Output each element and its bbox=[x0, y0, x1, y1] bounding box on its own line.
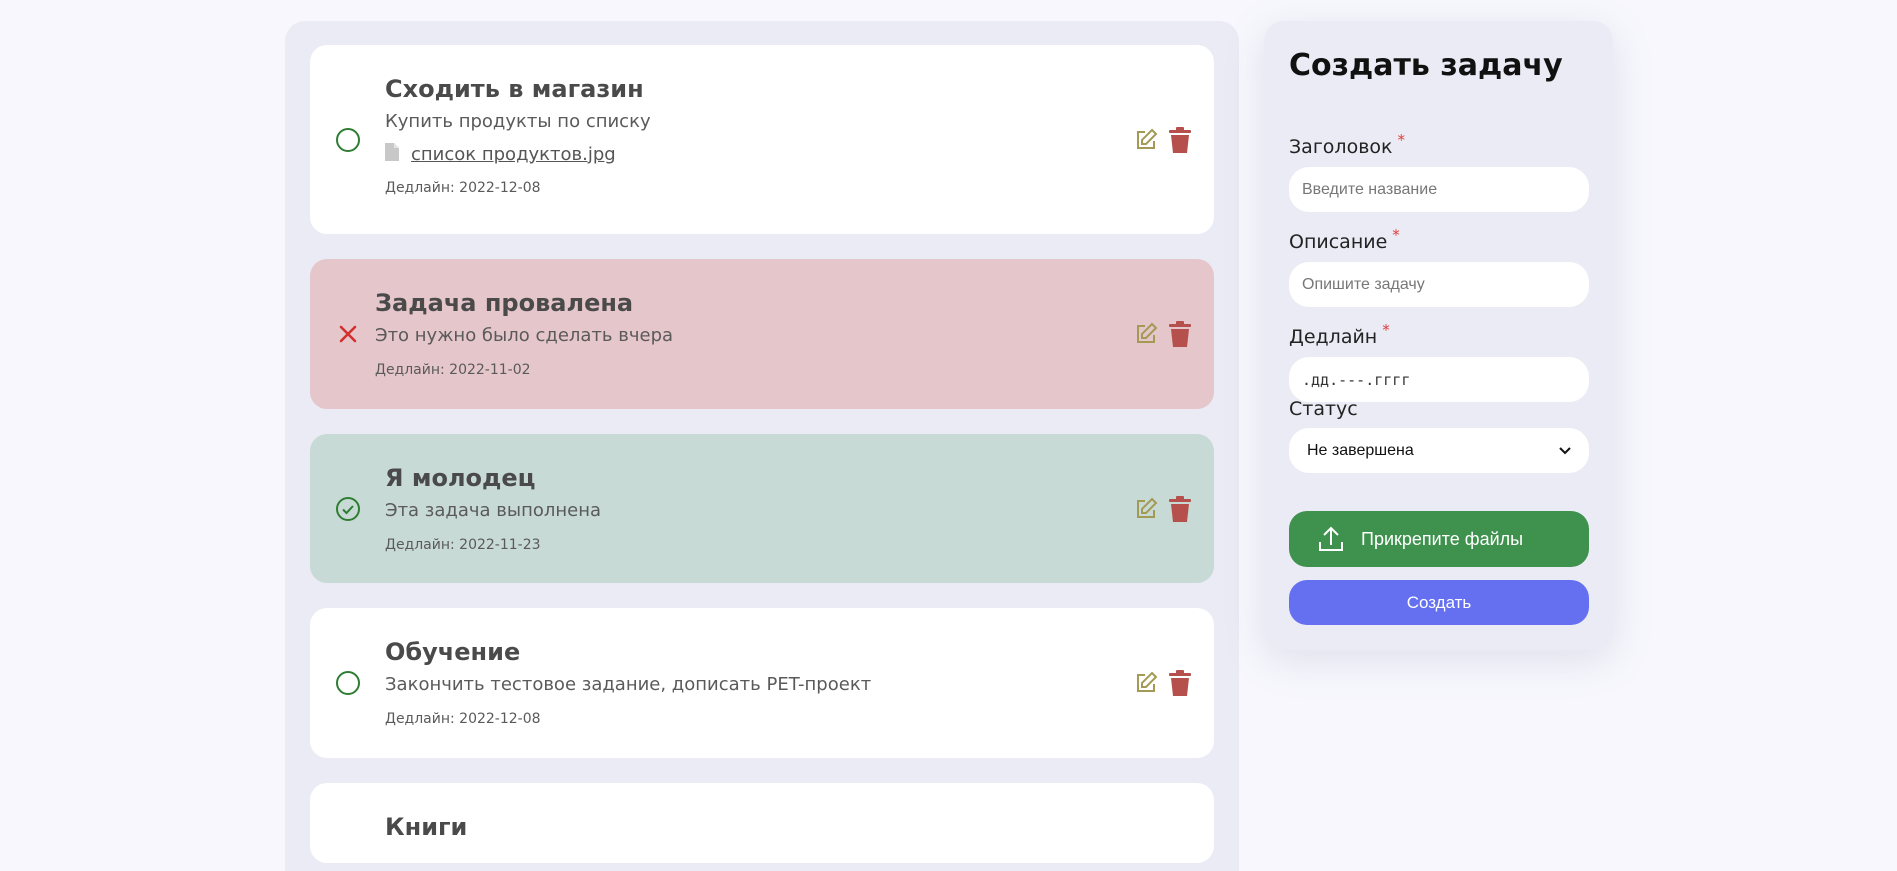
required-mark: * bbox=[1392, 226, 1400, 244]
task-list-panel: Сходить в магазин Купить продукты по спи… bbox=[285, 21, 1239, 871]
edit-icon[interactable] bbox=[1134, 670, 1158, 696]
title-label: Заголовок * bbox=[1289, 131, 1405, 158]
task-description: Закончить тестовое задание, дописать PET… bbox=[385, 674, 872, 695]
circle-outline-icon[interactable] bbox=[335, 670, 361, 696]
edit-icon[interactable] bbox=[1134, 127, 1158, 153]
file-icon bbox=[385, 143, 399, 165]
task-card: Сходить в магазин Купить продукты по спи… bbox=[310, 45, 1214, 234]
task-description: Эта задача выполнена bbox=[385, 500, 602, 521]
task-description: Это нужно было сделать вчера bbox=[375, 325, 674, 346]
create-task-form: Создать задачу Заголовок* Описание* Дедл… bbox=[1264, 21, 1613, 650]
attach-files-button[interactable]: Прикрепите файлы bbox=[1289, 511, 1589, 567]
task-title: Сходить в магазин bbox=[385, 75, 644, 103]
upload-icon bbox=[1317, 525, 1345, 553]
task-deadline: Дедлайн: 2022-12-08 bbox=[385, 711, 541, 727]
trash-icon[interactable] bbox=[1168, 321, 1192, 347]
task-card: Книги bbox=[310, 783, 1214, 863]
attach-files-label: Прикрепите файлы bbox=[1361, 528, 1524, 549]
task-title: Книги bbox=[385, 813, 468, 841]
title-input[interactable] bbox=[1289, 167, 1589, 212]
trash-icon[interactable] bbox=[1168, 126, 1192, 153]
task-title: Обучение bbox=[385, 638, 521, 666]
edit-icon[interactable] bbox=[1134, 496, 1158, 522]
status-select[interactable]: Не завершена bbox=[1289, 428, 1589, 473]
task-card: Я молодец Эта задача выполнена Дедлайн: … bbox=[310, 434, 1214, 583]
task-deadline: Дедлайн: 2022-11-23 bbox=[385, 537, 541, 553]
task-description: Купить продукты по списку bbox=[385, 111, 651, 132]
required-mark: * bbox=[1397, 131, 1406, 149]
description-label: Описание * bbox=[1289, 226, 1400, 253]
check-circle-icon[interactable] bbox=[335, 496, 361, 522]
status-label: Статус bbox=[1289, 398, 1358, 420]
create-button[interactable]: Создать bbox=[1289, 580, 1589, 625]
deadline-label: Дедлайн * bbox=[1289, 321, 1390, 348]
description-input[interactable] bbox=[1289, 262, 1589, 307]
x-mark-icon[interactable] bbox=[335, 321, 361, 347]
attachment-link[interactable]: список продуктов.jpg bbox=[411, 144, 616, 165]
task-card: Обучение Закончить тестовое задание, доп… bbox=[310, 608, 1214, 758]
task-title: Я молодец bbox=[385, 464, 536, 492]
task-deadline: Дедлайн: 2022-12-08 bbox=[385, 180, 541, 196]
trash-icon[interactable] bbox=[1168, 495, 1192, 522]
circle-outline-icon[interactable] bbox=[335, 127, 361, 153]
required-mark: * bbox=[1382, 321, 1390, 339]
task-card: Задача провалена Это нужно было сделать … bbox=[310, 259, 1214, 409]
task-deadline: Дедлайн: 2022-11-02 bbox=[375, 362, 531, 378]
status-select-value: Не завершена bbox=[1307, 441, 1414, 459]
form-heading: Создать задачу bbox=[1289, 48, 1563, 83]
deadline-date-input[interactable]: .дд.---.гггг bbox=[1289, 357, 1589, 402]
chevron-down-icon bbox=[1559, 442, 1571, 460]
edit-icon[interactable] bbox=[1134, 321, 1158, 347]
task-title: Задача провалена bbox=[375, 289, 634, 317]
trash-icon[interactable] bbox=[1168, 670, 1192, 696]
